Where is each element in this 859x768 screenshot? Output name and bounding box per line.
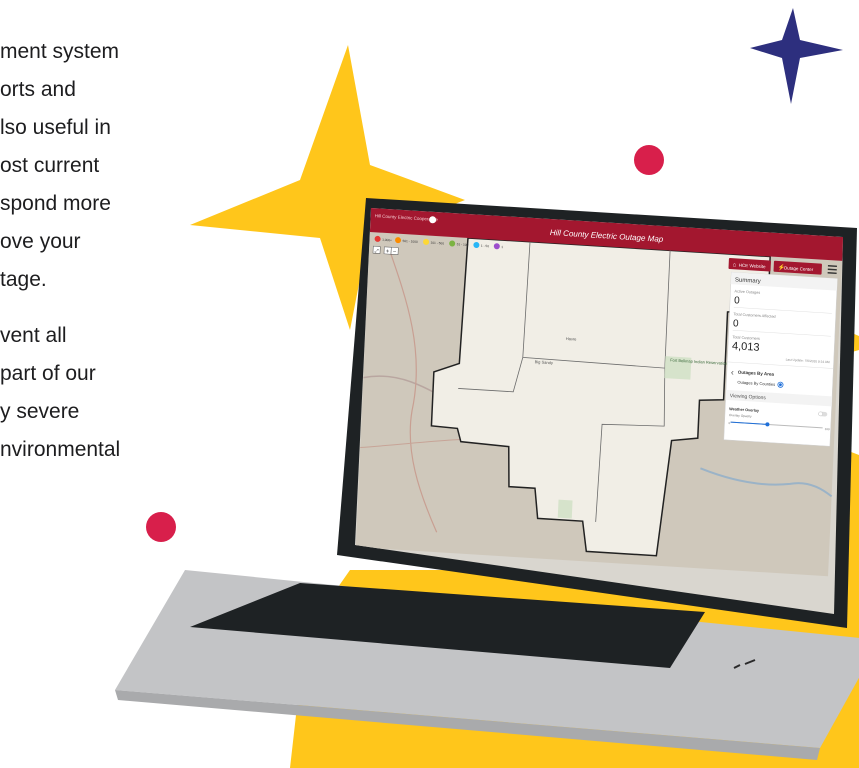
illustration-canvas: Fort Belknap Indian Reservation Havre Bi… [115,8,859,768]
zoom-extent-icon: ⤢ [374,248,378,254]
map-tools: ⤢ + − [372,245,399,256]
legend-label: 1 - 50 [481,244,490,249]
navy-sparkle-shape [750,8,843,104]
red-dot-shape [634,145,664,175]
map-place-label: Havre [566,336,578,342]
outage-map-app: Fort Belknap Indian Reservation Havre Bi… [355,208,843,577]
home-icon: ⌂ [733,262,737,268]
park-area [557,499,573,519]
legend-label: 1,000+ [382,238,392,243]
hamburger-menu-icon[interactable] [827,265,837,274]
red-dot-shape [146,512,176,542]
toggle-knob [818,411,823,417]
total-customers-value: 4,013 [732,340,760,354]
summary-panel: Summary Active Outages 0 Total Customers… [723,271,838,447]
customers-affected-value: 0 [733,318,739,329]
legend-label: 51 - 100 [457,242,469,247]
chevron-left-icon[interactable]: ‹ [731,367,734,377]
active-outages-value: 0 [734,295,740,306]
slider-max-label: 100 [825,427,831,431]
marketing-illustration: Fort Belknap Indian Reservation Havre Bi… [0,0,859,768]
legend-label: 101 - 500 [430,241,444,246]
